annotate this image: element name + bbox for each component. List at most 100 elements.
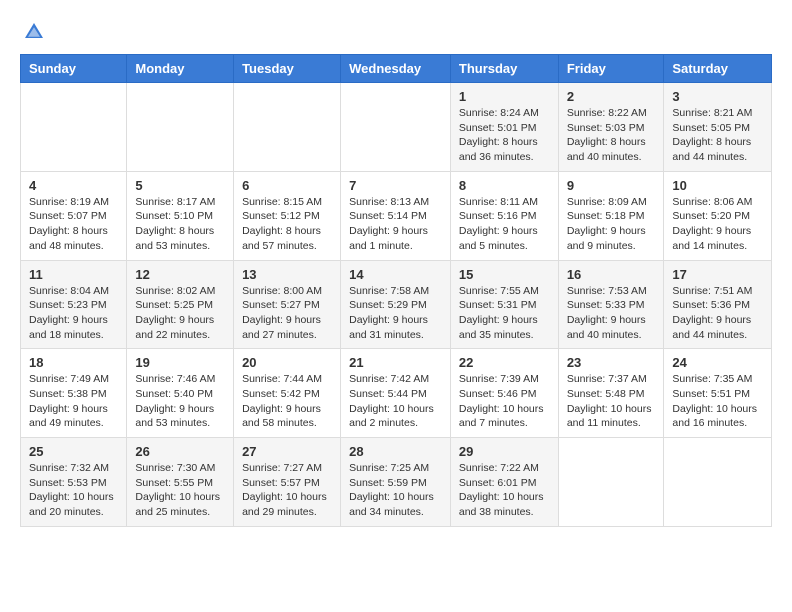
- calendar-day-cell: 3 Sunrise: 8:21 AM Sunset: 5:05 PM Daylig…: [664, 83, 772, 172]
- day-info: Sunrise: 7:53 AM Sunset: 5:33 PM Dayligh…: [567, 284, 656, 343]
- day-number: 13: [242, 267, 332, 282]
- day-number: 6: [242, 178, 332, 193]
- calendar-header-row: SundayMondayTuesdayWednesdayThursdayFrid…: [21, 55, 772, 83]
- day-number: 16: [567, 267, 656, 282]
- day-number: 8: [459, 178, 550, 193]
- day-info: Sunrise: 7:42 AM Sunset: 5:44 PM Dayligh…: [349, 372, 442, 431]
- calendar-day-cell: 7 Sunrise: 8:13 AM Sunset: 5:14 PM Daylig…: [341, 171, 451, 260]
- day-info: Sunrise: 8:24 AM Sunset: 5:01 PM Dayligh…: [459, 106, 550, 165]
- day-number: 3: [672, 89, 763, 104]
- day-info: Sunrise: 8:15 AM Sunset: 5:12 PM Dayligh…: [242, 195, 332, 254]
- day-number: 23: [567, 355, 656, 370]
- day-info: Sunrise: 7:55 AM Sunset: 5:31 PM Dayligh…: [459, 284, 550, 343]
- day-info: Sunrise: 8:09 AM Sunset: 5:18 PM Dayligh…: [567, 195, 656, 254]
- day-number: 2: [567, 89, 656, 104]
- calendar-week-row: 18 Sunrise: 7:49 AM Sunset: 5:38 PM Dayli…: [21, 349, 772, 438]
- day-of-week-header: Monday: [127, 55, 234, 83]
- calendar-day-cell: [341, 83, 451, 172]
- day-info: Sunrise: 7:46 AM Sunset: 5:40 PM Dayligh…: [135, 372, 225, 431]
- calendar-day-cell: [21, 83, 127, 172]
- day-number: 15: [459, 267, 550, 282]
- calendar-week-row: 11 Sunrise: 8:04 AM Sunset: 5:23 PM Dayli…: [21, 260, 772, 349]
- day-of-week-header: Wednesday: [341, 55, 451, 83]
- day-of-week-header: Tuesday: [234, 55, 341, 83]
- calendar-day-cell: 13Sunrise: 8:00 AM Sunset: 5:27 PM Dayli…: [234, 260, 341, 349]
- day-number: 21: [349, 355, 442, 370]
- day-number: 4: [29, 178, 118, 193]
- day-info: Sunrise: 7:22 AM Sunset: 6:01 PM Dayligh…: [459, 461, 550, 520]
- page-header: [20, 20, 772, 44]
- calendar-day-cell: 25 Sunrise: 7:32 AM Sunset: 5:53 PM Dayli…: [21, 438, 127, 527]
- calendar-day-cell: 27Sunrise: 7:27 AM Sunset: 5:57 PM Dayli…: [234, 438, 341, 527]
- calendar-day-cell: 19 Sunrise: 7:46 AM Sunset: 5:40 PM Dayli…: [127, 349, 234, 438]
- day-info: Sunrise: 8:06 AM Sunset: 5:20 PM Dayligh…: [672, 195, 763, 254]
- day-of-week-header: Sunday: [21, 55, 127, 83]
- day-info: Sunrise: 7:44 AM Sunset: 5:42 PM Dayligh…: [242, 372, 332, 431]
- day-info: Sunrise: 8:17 AM Sunset: 5:10 PM Dayligh…: [135, 195, 225, 254]
- day-of-week-header: Friday: [558, 55, 664, 83]
- calendar-day-cell: 4Sunrise: 8:19 AM Sunset: 5:07 PM Daylig…: [21, 171, 127, 260]
- day-info: Sunrise: 7:32 AM Sunset: 5:53 PM Dayligh…: [29, 461, 118, 520]
- calendar-day-cell: 29 Sunrise: 7:22 AM Sunset: 6:01 PM Dayli…: [450, 438, 558, 527]
- day-info: Sunrise: 7:25 AM Sunset: 5:59 PM Dayligh…: [349, 461, 442, 520]
- calendar-day-cell: 5 Sunrise: 8:17 AM Sunset: 5:10 PM Daylig…: [127, 171, 234, 260]
- day-number: 28: [349, 444, 442, 459]
- calendar-day-cell: 10 Sunrise: 8:06 AM Sunset: 5:20 PM Dayli…: [664, 171, 772, 260]
- day-number: 19: [135, 355, 225, 370]
- calendar-week-row: 25 Sunrise: 7:32 AM Sunset: 5:53 PM Dayli…: [21, 438, 772, 527]
- calendar-day-cell: 18 Sunrise: 7:49 AM Sunset: 5:38 PM Dayli…: [21, 349, 127, 438]
- day-number: 12: [135, 267, 225, 282]
- calendar-day-cell: 20 Sunrise: 7:44 AM Sunset: 5:42 PM Dayli…: [234, 349, 341, 438]
- calendar-day-cell: 24 Sunrise: 7:35 AM Sunset: 5:51 PM Dayli…: [664, 349, 772, 438]
- day-number: 29: [459, 444, 550, 459]
- calendar-day-cell: 28 Sunrise: 7:25 AM Sunset: 5:59 PM Dayli…: [341, 438, 451, 527]
- logo-icon: [22, 20, 46, 44]
- calendar-day-cell: 2 Sunrise: 8:22 AM Sunset: 5:03 PM Daylig…: [558, 83, 664, 172]
- day-number: 22: [459, 355, 550, 370]
- day-number: 7: [349, 178, 442, 193]
- calendar-day-cell: 9 Sunrise: 8:09 AM Sunset: 5:18 PM Daylig…: [558, 171, 664, 260]
- day-info: Sunrise: 7:35 AM Sunset: 5:51 PM Dayligh…: [672, 372, 763, 431]
- day-number: 20: [242, 355, 332, 370]
- day-of-week-header: Thursday: [450, 55, 558, 83]
- day-number: 18: [29, 355, 118, 370]
- day-of-week-header: Saturday: [664, 55, 772, 83]
- day-number: 14: [349, 267, 442, 282]
- day-number: 11: [29, 267, 118, 282]
- calendar-day-cell: 15 Sunrise: 7:55 AM Sunset: 5:31 PM Dayli…: [450, 260, 558, 349]
- day-info: Sunrise: 8:02 AM Sunset: 5:25 PM Dayligh…: [135, 284, 225, 343]
- day-number: 1: [459, 89, 550, 104]
- day-number: 24: [672, 355, 763, 370]
- calendar-day-cell: 6 Sunrise: 8:15 AM Sunset: 5:12 PM Daylig…: [234, 171, 341, 260]
- day-info: Sunrise: 7:37 AM Sunset: 5:48 PM Dayligh…: [567, 372, 656, 431]
- day-number: 9: [567, 178, 656, 193]
- calendar-day-cell: 8 Sunrise: 8:11 AM Sunset: 5:16 PM Daylig…: [450, 171, 558, 260]
- day-number: 5: [135, 178, 225, 193]
- calendar-day-cell: 11 Sunrise: 8:04 AM Sunset: 5:23 PM Dayli…: [21, 260, 127, 349]
- calendar-day-cell: 22Sunrise: 7:39 AM Sunset: 5:46 PM Dayli…: [450, 349, 558, 438]
- calendar-day-cell: [558, 438, 664, 527]
- day-number: 25: [29, 444, 118, 459]
- calendar-week-row: 1 Sunrise: 8:24 AM Sunset: 5:01 PM Daylig…: [21, 83, 772, 172]
- day-info: Sunrise: 8:21 AM Sunset: 5:05 PM Dayligh…: [672, 106, 763, 165]
- day-info: Sunrise: 8:11 AM Sunset: 5:16 PM Dayligh…: [459, 195, 550, 254]
- day-info: Sunrise: 8:22 AM Sunset: 5:03 PM Dayligh…: [567, 106, 656, 165]
- day-info: Sunrise: 8:04 AM Sunset: 5:23 PM Dayligh…: [29, 284, 118, 343]
- calendar-day-cell: 16 Sunrise: 7:53 AM Sunset: 5:33 PM Dayli…: [558, 260, 664, 349]
- calendar-day-cell: 26 Sunrise: 7:30 AM Sunset: 5:55 PM Dayli…: [127, 438, 234, 527]
- day-info: Sunrise: 7:51 AM Sunset: 5:36 PM Dayligh…: [672, 284, 763, 343]
- day-number: 27: [242, 444, 332, 459]
- calendar-table: SundayMondayTuesdayWednesdayThursdayFrid…: [20, 54, 772, 527]
- calendar-day-cell: [664, 438, 772, 527]
- day-info: Sunrise: 7:30 AM Sunset: 5:55 PM Dayligh…: [135, 461, 225, 520]
- day-info: Sunrise: 8:13 AM Sunset: 5:14 PM Dayligh…: [349, 195, 442, 254]
- calendar-week-row: 4Sunrise: 8:19 AM Sunset: 5:07 PM Daylig…: [21, 171, 772, 260]
- calendar-day-cell: 14 Sunrise: 7:58 AM Sunset: 5:29 PM Dayli…: [341, 260, 451, 349]
- day-info: Sunrise: 7:49 AM Sunset: 5:38 PM Dayligh…: [29, 372, 118, 431]
- calendar-day-cell: [234, 83, 341, 172]
- day-number: 10: [672, 178, 763, 193]
- day-number: 26: [135, 444, 225, 459]
- calendar-day-cell: 23 Sunrise: 7:37 AM Sunset: 5:48 PM Dayli…: [558, 349, 664, 438]
- day-number: 17: [672, 267, 763, 282]
- day-info: Sunrise: 7:58 AM Sunset: 5:29 PM Dayligh…: [349, 284, 442, 343]
